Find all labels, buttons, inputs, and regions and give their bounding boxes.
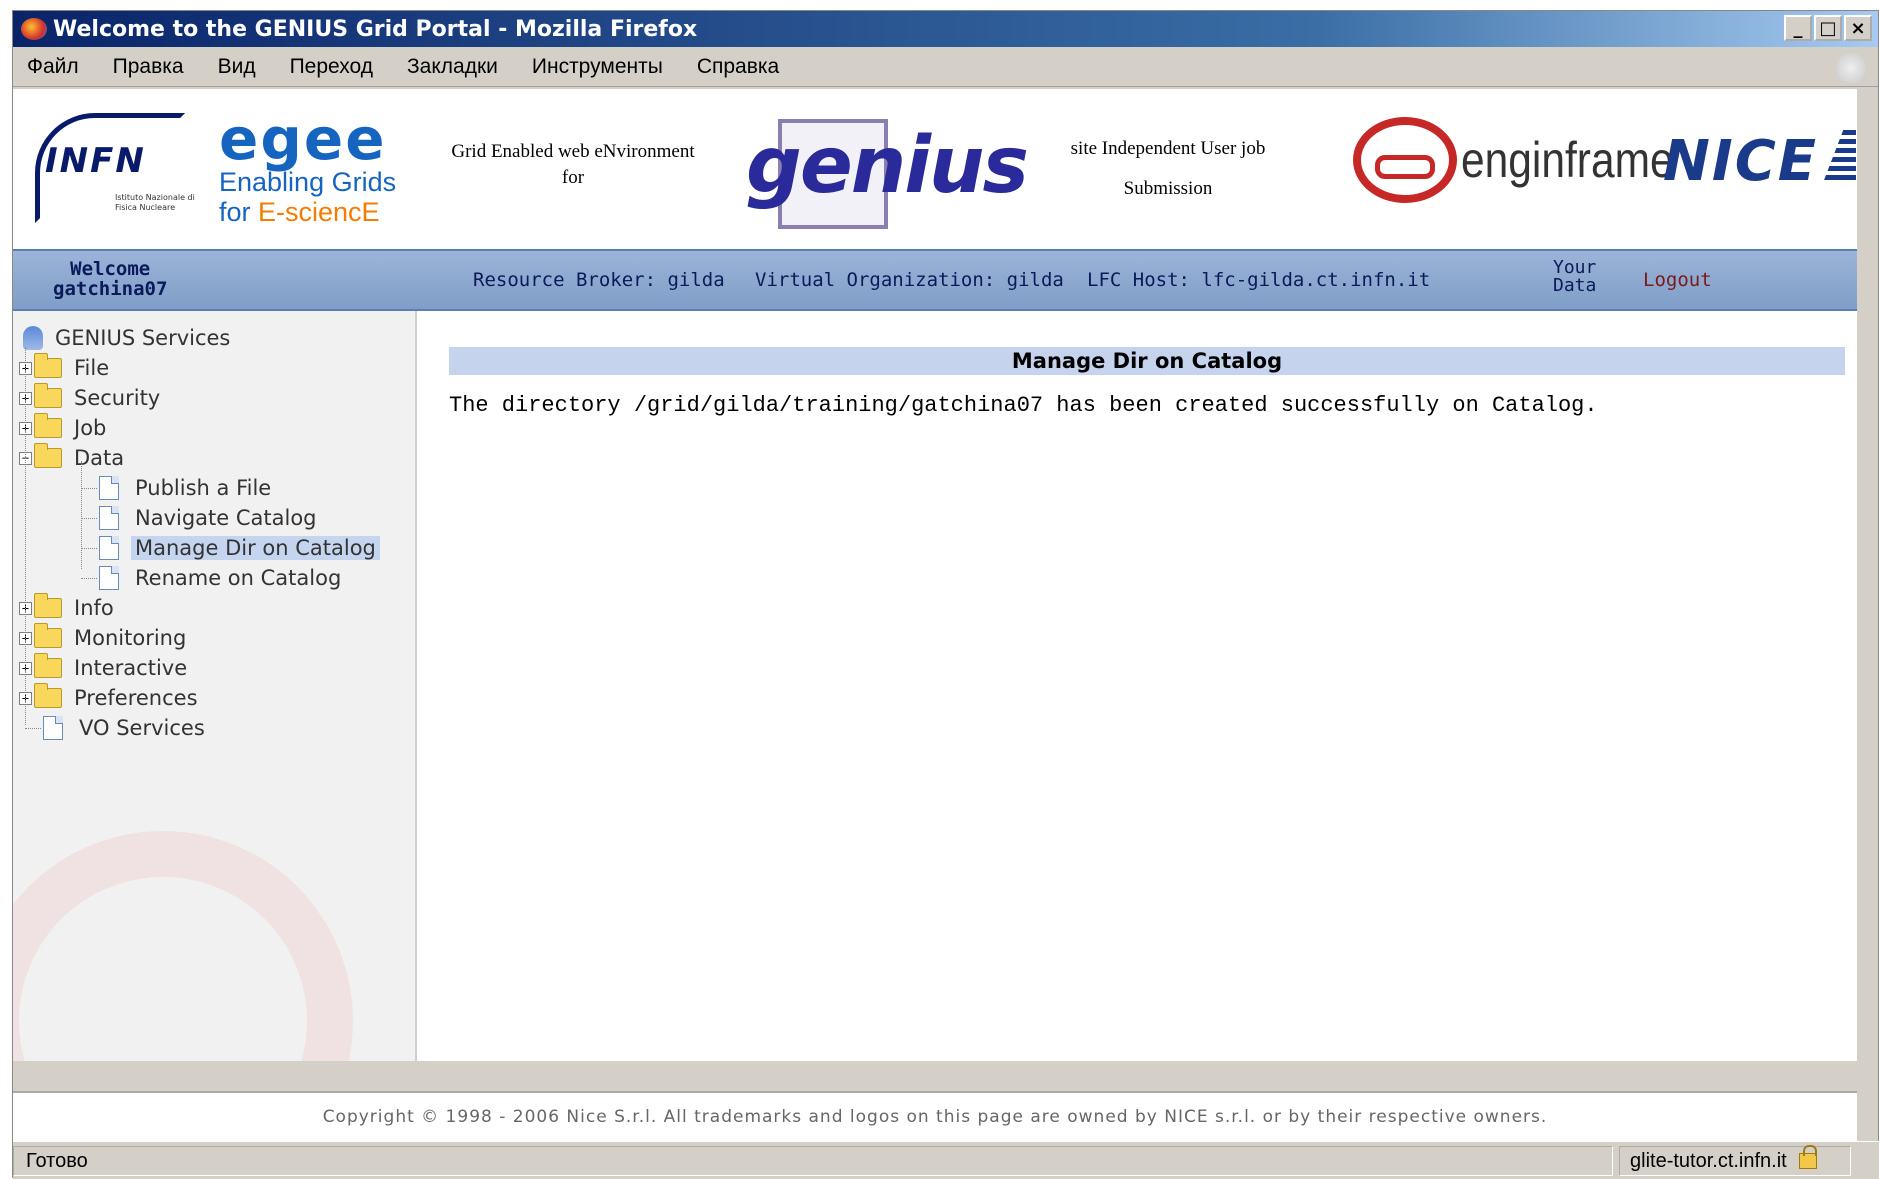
menu-tools[interactable]: Инструменты	[532, 55, 663, 79]
tree-item-rename[interactable]: Rename on Catalog	[81, 563, 345, 593]
logout-link[interactable]: Logout	[1643, 269, 1712, 291]
document-icon	[43, 716, 63, 740]
page-content: INFN Istituto Nazionale di Fisica Nuclea…	[13, 89, 1857, 1061]
tree-item-interactive[interactable]: + Interactive	[19, 653, 191, 683]
copyright-footer: Copyright © 1998 - 2006 Nice S.r.l. All …	[13, 1091, 1857, 1141]
tree-item-security[interactable]: + Security	[19, 383, 164, 413]
browser-window: Welcome to the GENIUS Grid Portal - Mozi…	[12, 10, 1879, 1179]
tree-item-publish[interactable]: Publish a File	[81, 473, 275, 503]
title-bar: Welcome to the GENIUS Grid Portal - Mozi…	[13, 11, 1878, 47]
result-message: The directory /grid/gilda/training/gatch…	[449, 393, 1598, 418]
close-button[interactable]: ×	[1844, 15, 1872, 41]
egee-logo: egee Enabling Grids for E-sciencE	[219, 105, 397, 227]
status-host[interactable]: glite-tutor.ct.infn.it	[1619, 1145, 1851, 1176]
lock-icon[interactable]	[1798, 1145, 1817, 1169]
folder-icon	[34, 623, 62, 648]
tree-item-file[interactable]: + File	[19, 353, 113, 383]
genius-description: Grid Enabled web eNvironment for	[451, 141, 695, 188]
welcome-text: Welcome gatchina07	[53, 258, 168, 300]
tree-item-data[interactable]: − Data	[19, 443, 128, 473]
document-icon	[99, 536, 119, 560]
services-tree: GENIUS Services + File + Security + Job − Da…	[13, 311, 417, 1061]
document-icon	[99, 566, 119, 590]
menu-go[interactable]: Переход	[290, 55, 373, 79]
main-panel: Manage Dir on Catalog The directory /gri…	[419, 311, 1857, 1061]
nice-logo: NICE	[1663, 129, 1857, 194]
tree-item-job[interactable]: + Job	[19, 413, 110, 443]
window-title: Welcome to the GENIUS Grid Portal - Mozi…	[53, 16, 698, 42]
your-data-link[interactable]: Your Data	[1553, 259, 1596, 295]
folder-icon	[34, 593, 62, 618]
folder-icon	[34, 683, 62, 708]
document-icon	[99, 506, 119, 530]
menu-bar: Файл Правка Вид Переход Закладки Инструм…	[13, 47, 1878, 87]
folder-icon	[34, 653, 62, 678]
tree-root: GENIUS Services	[23, 323, 234, 353]
open-folder-icon	[34, 443, 62, 468]
tree-item-navigate[interactable]: Navigate Catalog	[81, 503, 321, 533]
resource-broker: Resource Broker: gilda	[473, 269, 725, 291]
page-title: Manage Dir on Catalog	[449, 347, 1845, 375]
tree-item-info[interactable]: + Info	[19, 593, 118, 623]
tree-item-preferences[interactable]: + Preferences	[19, 683, 202, 713]
folder-icon	[34, 413, 62, 438]
services-icon	[23, 326, 43, 350]
menu-edit[interactable]: Правка	[113, 55, 184, 79]
infn-logo: INFN Istituto Nazionale di Fisica Nuclea…	[35, 113, 215, 223]
portal-banner: INFN Istituto Nazionale di Fisica Nuclea…	[13, 89, 1857, 249]
folder-icon	[34, 383, 62, 408]
folder-icon	[34, 353, 62, 378]
menu-file[interactable]: Файл	[27, 55, 79, 79]
throbber-icon	[1836, 53, 1866, 83]
lfc-host: LFC Host: lfc-gilda.ct.infn.it	[1087, 269, 1431, 291]
firefox-icon	[21, 18, 47, 40]
tree-item-manage[interactable]: Manage Dir on Catalog	[81, 533, 380, 563]
status-bar: Готово glite-tutor.ct.infn.it	[13, 1141, 1879, 1179]
status-text: Готово	[13, 1146, 1613, 1176]
menu-view[interactable]: Вид	[218, 55, 256, 79]
menu-help[interactable]: Справка	[697, 55, 779, 79]
maximize-button[interactable]: □	[1814, 15, 1842, 41]
site-description: site Independent User job Submission	[1070, 138, 1266, 199]
document-icon	[99, 476, 119, 500]
minimize-button[interactable]: _	[1784, 15, 1812, 41]
info-bar: Welcome gatchina07 Resource Broker: gild…	[13, 249, 1857, 311]
tree-item-vo-services[interactable]: VO Services	[25, 713, 209, 743]
virtual-organization: Virtual Organization: gilda	[755, 269, 1064, 291]
enginframe-logo: enginframe	[1353, 117, 1711, 203]
menu-bookmarks[interactable]: Закладки	[407, 55, 498, 79]
tree-item-monitoring[interactable]: + Monitoring	[19, 623, 190, 653]
genius-logo: genius	[738, 109, 1029, 239]
